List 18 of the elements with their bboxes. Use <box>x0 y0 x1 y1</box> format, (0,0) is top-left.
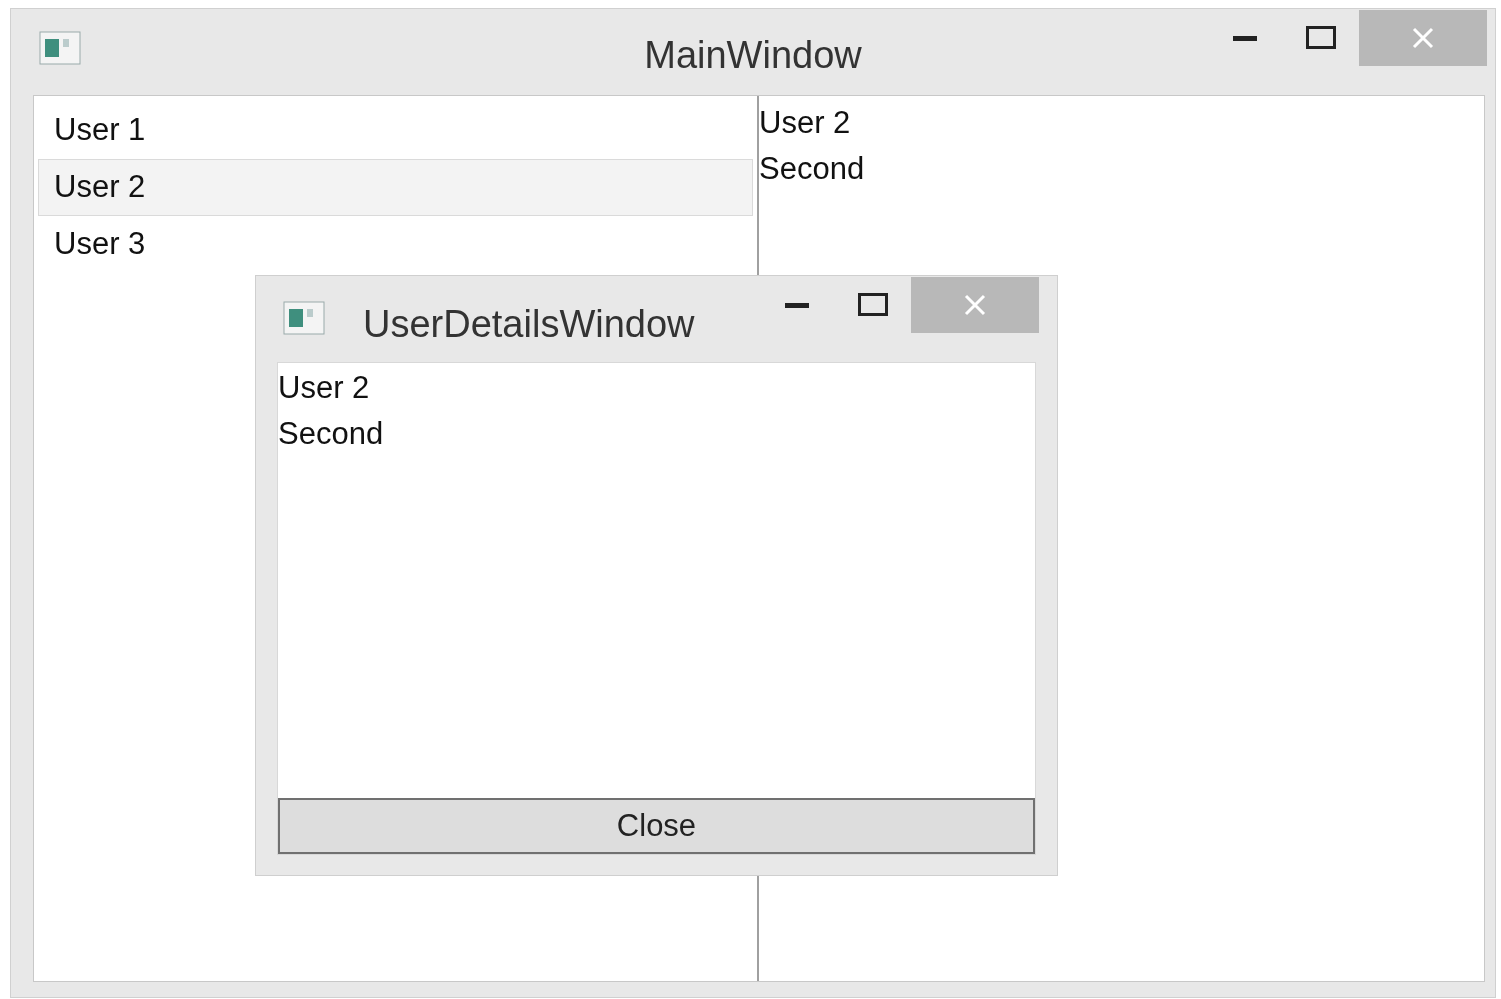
list-item[interactable]: User 3 <box>38 216 753 273</box>
list-item[interactable]: User 2 <box>38 159 753 216</box>
user-name: User 2 <box>278 369 371 407</box>
app-icon <box>283 301 325 335</box>
close-icon <box>963 293 987 317</box>
close-icon <box>1411 26 1435 50</box>
maximize-icon <box>1306 26 1336 50</box>
minimize-icon <box>1233 35 1257 41</box>
window-title: UserDetailsWindow <box>363 302 695 347</box>
app-icon <box>39 31 81 65</box>
minimize-icon <box>785 302 809 308</box>
user-description: Second <box>759 150 865 188</box>
close-button[interactable]: Close <box>278 798 1035 854</box>
maximize-icon <box>858 293 888 317</box>
user-description: Second <box>278 415 385 453</box>
user-name: User 2 <box>759 104 852 142</box>
list-item[interactable]: User 1 <box>38 102 753 159</box>
window-title: MainWindow <box>644 33 862 78</box>
